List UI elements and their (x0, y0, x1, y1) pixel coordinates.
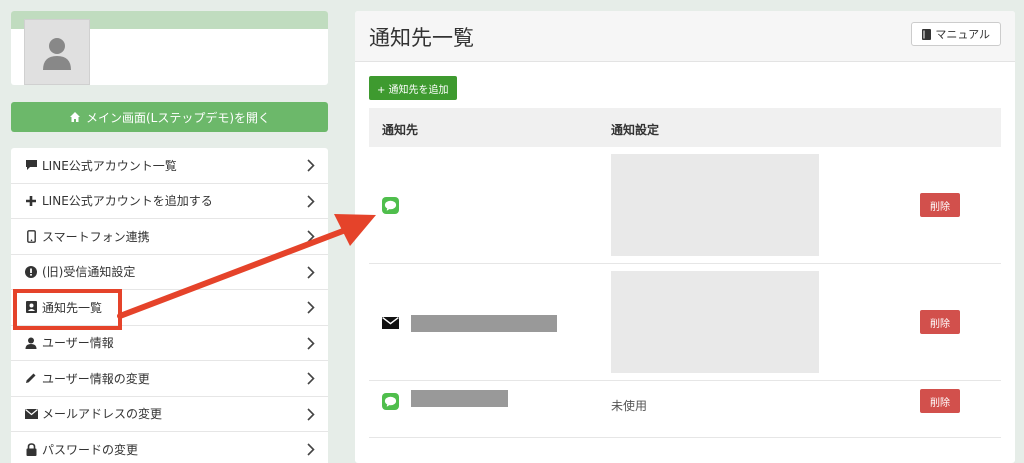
delete-button[interactable]: 削除 (920, 310, 960, 334)
manual-button[interactable]: マニュアル (911, 22, 1001, 46)
sidebar-item-label: スマートフォン連携 (42, 229, 150, 244)
sidebar-item-label: メールアドレスの変更 (42, 407, 163, 422)
pencil-icon (24, 371, 38, 385)
chevron-right-icon (307, 443, 315, 456)
smartphone-icon (24, 229, 38, 243)
sidebar-item-old-notification[interactable]: (旧)受信通知設定 (11, 255, 328, 290)
chevron-right-icon (307, 336, 315, 350)
sidebar-item-label: LINE公式アカウント一覧 (42, 158, 177, 173)
highlight-box (13, 289, 122, 330)
redacted-setting (611, 271, 819, 373)
open-main-screen-button[interactable]: メイン画面(Lステップデモ)を開く (11, 102, 328, 132)
sidebar-item-label: LINE公式アカウントを追加する (42, 194, 213, 209)
table-row: 削除 (369, 264, 1001, 381)
user-silhouette-icon (43, 38, 71, 70)
book-icon (922, 28, 932, 40)
sidebar-item-label: ユーザー情報の変更 (42, 371, 150, 386)
sidebar-item-add-line-account[interactable]: LINE公式アカウントを追加する (11, 184, 328, 219)
table-row: 削除 (369, 147, 1001, 264)
chevron-right-icon (307, 372, 315, 385)
page-title: 通知先一覧 (369, 26, 474, 50)
open-main-label: メイン画面(Lステップデモ)を開く (85, 110, 271, 125)
column-header-destination: 通知先 (382, 123, 419, 137)
chevron-right-icon (307, 301, 315, 314)
line-icon (382, 197, 399, 214)
sidebar-item-edit-user-info[interactable]: ユーザー情報の変更 (11, 361, 328, 397)
plus-icon (24, 194, 38, 208)
exclamation-icon (24, 265, 38, 279)
chevron-right-icon (307, 230, 315, 243)
chevron-right-icon (307, 159, 315, 172)
line-icon (382, 393, 399, 410)
redacted-setting (611, 154, 819, 256)
sidebar-item-label: (旧)受信通知設定 (42, 265, 136, 280)
sidebar-item-change-email[interactable]: メールアドレスの変更 (11, 397, 328, 432)
table-header: 通知先 通知設定 (369, 108, 1001, 147)
user-icon (24, 336, 38, 350)
profile-card (11, 11, 328, 85)
home-icon (69, 112, 80, 122)
manual-label: マニュアル (935, 28, 990, 41)
add-destination-button[interactable]: + 通知先を追加 (369, 76, 457, 100)
delete-button[interactable]: 削除 (920, 389, 960, 413)
delete-button[interactable]: 削除 (920, 193, 960, 217)
main-panel: 通知先一覧 マニュアル + 通知先を追加 通知先 通知設定 削除 削除 未使用 … (355, 11, 1015, 463)
chevron-right-icon (307, 407, 315, 421)
chevron-right-icon (307, 194, 315, 208)
table-row: 未使用 削除 (369, 381, 1001, 438)
chevron-right-icon (307, 265, 315, 279)
add-destination-label: + 通知先を追加 (377, 84, 449, 96)
sidebar-item-label: パスワードの変更 (42, 442, 139, 457)
envelope-icon (382, 317, 399, 329)
sidebar-item-line-accounts[interactable]: LINE公式アカウント一覧 (11, 148, 328, 184)
sidebar-item-change-password[interactable]: パスワードの変更 (11, 432, 328, 463)
sidebar-item-label: ユーザー情報 (42, 336, 114, 351)
column-header-setting: 通知設定 (611, 123, 660, 137)
redacted-line-name (411, 390, 508, 407)
redacted-email (411, 315, 557, 332)
page-header: 通知先一覧 マニュアル (355, 11, 1015, 62)
sidebar-item-smartphone[interactable]: スマートフォン連携 (11, 219, 328, 255)
avatar (24, 19, 90, 85)
sidebar-item-user-info[interactable]: ユーザー情報 (11, 326, 328, 361)
setting-status: 未使用 (611, 399, 648, 413)
lock-icon (24, 442, 38, 456)
envelope-icon (24, 407, 38, 421)
comment-icon (24, 158, 38, 172)
